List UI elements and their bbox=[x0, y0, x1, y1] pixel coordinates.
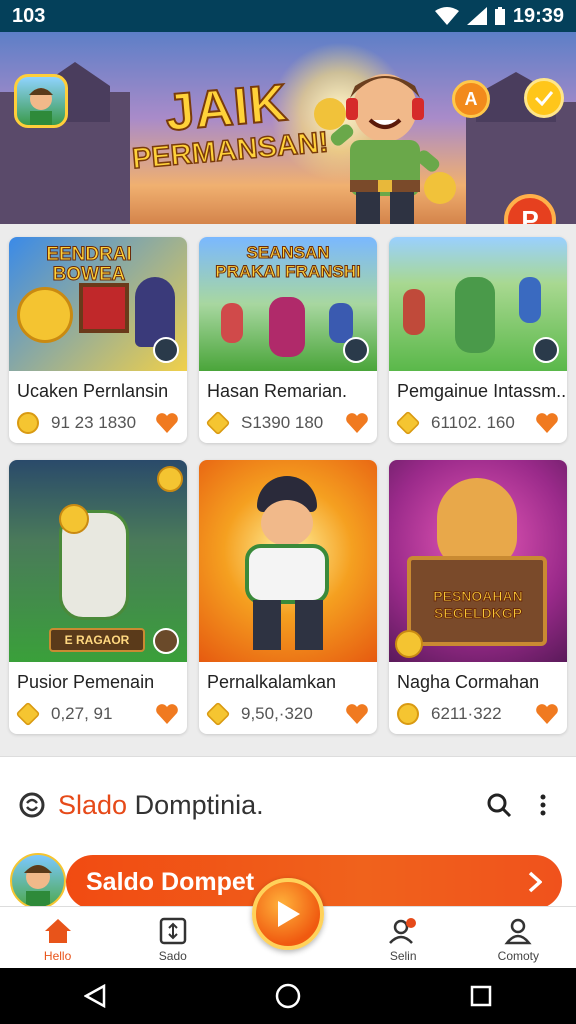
section-header: Slado Domptinia. bbox=[18, 787, 558, 823]
gem-icon bbox=[205, 701, 231, 727]
game-caption: PESNOAHAN SEGELDKGP bbox=[433, 588, 523, 622]
game-card[interactable]: PESNOAHAN SEGELDKGP Nagha Cormahan 6211·… bbox=[389, 460, 567, 734]
nav-label: Hello bbox=[43, 949, 72, 963]
status-bar: 103 19:39 bbox=[0, 0, 576, 32]
nav-home[interactable]: Hello bbox=[0, 907, 115, 969]
section-title: Slado Domptinia. bbox=[58, 790, 470, 821]
points-label: P bbox=[521, 204, 539, 225]
game-thumbnail: SEANSAN PRAKAI FRANSHI bbox=[199, 237, 377, 371]
heart-icon[interactable] bbox=[345, 412, 369, 434]
checkin-button[interactable] bbox=[524, 78, 564, 118]
chevron-right-icon bbox=[528, 871, 542, 893]
game-card[interactable]: EENDRAI BOWEA Ucaken Pernlansin 91 23 18… bbox=[9, 237, 187, 443]
game-meta: 6211·322 bbox=[389, 694, 567, 734]
game-meta: 91 23 1830 bbox=[9, 403, 187, 443]
game-card[interactable]: Pernalkalamkan 9,50,·320 bbox=[199, 460, 377, 734]
wallet-avatar bbox=[10, 853, 66, 909]
heart-icon[interactable] bbox=[535, 412, 559, 434]
heart-icon[interactable] bbox=[345, 703, 369, 725]
game-title: Pemgainue Intassm.. bbox=[397, 381, 567, 401]
status-time-left: 103 bbox=[12, 4, 46, 27]
search-icon[interactable] bbox=[484, 790, 514, 820]
nav-label: Selin bbox=[389, 949, 417, 963]
profile-icon bbox=[504, 918, 532, 945]
game-title: Pusior Pemenain bbox=[17, 672, 155, 692]
heart-icon[interactable] bbox=[535, 703, 559, 725]
sword-badge-icon bbox=[153, 337, 179, 363]
nav-comoty[interactable]: Comoty bbox=[461, 907, 576, 969]
back-icon[interactable] bbox=[84, 984, 106, 1008]
status-clock: 19:39 bbox=[512, 4, 564, 27]
profile-avatar[interactable] bbox=[14, 74, 68, 128]
game-title: Pernalkalamkan bbox=[207, 672, 337, 692]
game-count: 91 23 1830 bbox=[51, 413, 137, 432]
check-icon bbox=[534, 91, 554, 106]
coin-icon bbox=[17, 412, 39, 434]
recents-icon[interactable] bbox=[470, 985, 492, 1007]
arrow-badge-icon bbox=[533, 337, 559, 363]
game-title: Ucaken Pernlansin bbox=[17, 381, 169, 401]
coin-icon bbox=[397, 703, 419, 725]
friends-icon bbox=[389, 918, 417, 944]
heart-icon[interactable] bbox=[155, 412, 179, 434]
game-meta: S1390 180 bbox=[199, 403, 377, 443]
hero-character bbox=[314, 74, 456, 224]
system-nav-bar bbox=[0, 968, 576, 1024]
game-meta: 61102. 160 bbox=[389, 403, 567, 443]
game-meta: 0,27, 91 bbox=[9, 694, 187, 734]
game-title: Hasan Remarian. bbox=[207, 381, 348, 401]
game-thumbnail bbox=[389, 237, 567, 371]
game-caption: EENDRAI BOWEA bbox=[46, 244, 133, 285]
wifi-icon bbox=[434, 7, 459, 25]
game-count: 0,27, 91 bbox=[51, 704, 113, 723]
game-thumbnail: EENDRAI BOWEA bbox=[9, 237, 187, 371]
game-grid: EENDRAI BOWEA Ucaken Pernlansin 91 23 18… bbox=[0, 224, 576, 756]
swords-badge-icon bbox=[343, 337, 369, 363]
chest-coin-icon bbox=[15, 701, 41, 727]
chest-coin-icon bbox=[205, 410, 231, 436]
game-count: 61102. 160 bbox=[431, 413, 515, 432]
game-card[interactable]: E RAGAOR Pusior Pemenain 0,27, 91 bbox=[9, 460, 187, 734]
home-icon bbox=[44, 919, 71, 943]
section-title-rest: Domptinia. bbox=[127, 789, 264, 820]
signal-icon bbox=[466, 7, 487, 25]
nav-selin[interactable]: Selin bbox=[346, 907, 461, 969]
wallet-icon bbox=[159, 917, 187, 945]
game-count: S1390 180 bbox=[241, 413, 324, 432]
game-count: 6211·322 bbox=[431, 704, 502, 723]
status-icons: 19:39 bbox=[434, 4, 564, 28]
home-circle-icon[interactable] bbox=[275, 983, 301, 1009]
more-vert-icon[interactable] bbox=[528, 790, 558, 820]
gem-icon bbox=[395, 410, 421, 436]
section-title-accent: Slado bbox=[58, 789, 128, 820]
game-title: Nagha Cormahan bbox=[397, 672, 540, 692]
avatar-icon bbox=[29, 88, 53, 125]
game-thumbnail: PESNOAHAN SEGELDKGP bbox=[389, 460, 567, 662]
character-avatar-icon bbox=[24, 865, 52, 907]
game-card[interactable]: SEANSAN PRAKAI FRANSHI Hasan Remarian. S… bbox=[199, 237, 377, 443]
game-meta: 9,50,·320 bbox=[199, 694, 377, 734]
achievement-label: A bbox=[464, 88, 478, 109]
play-button[interactable] bbox=[252, 878, 324, 950]
game-caption: SEANSAN PRAKAI FRANSHI bbox=[215, 243, 361, 282]
app-screen: 103 19:39 JAIK PERMANSAN! A P EENDRAI BO… bbox=[0, 0, 576, 1024]
game-card[interactable]: Pemgainue Intassm.. 61102. 160 bbox=[389, 237, 567, 443]
game-caption: E RAGAOR bbox=[49, 628, 145, 652]
play-icon bbox=[278, 901, 300, 927]
nav-sado[interactable]: Sado bbox=[115, 907, 230, 969]
game-thumbnail: E RAGAOR bbox=[9, 460, 187, 662]
wallet-logo-icon bbox=[19, 792, 45, 818]
game-thumbnail bbox=[199, 460, 377, 662]
shield-badge-icon bbox=[153, 628, 179, 654]
game-count: 9,50,·320 bbox=[241, 704, 313, 723]
hero-banner[interactable]: JAIK PERMANSAN! A P bbox=[0, 32, 576, 224]
nav-label: Comoty bbox=[497, 949, 540, 963]
heart-icon[interactable] bbox=[155, 703, 179, 725]
achievement-button[interactable]: A bbox=[452, 80, 490, 118]
nav-label: Sado bbox=[158, 949, 187, 963]
battery-icon bbox=[494, 7, 505, 25]
